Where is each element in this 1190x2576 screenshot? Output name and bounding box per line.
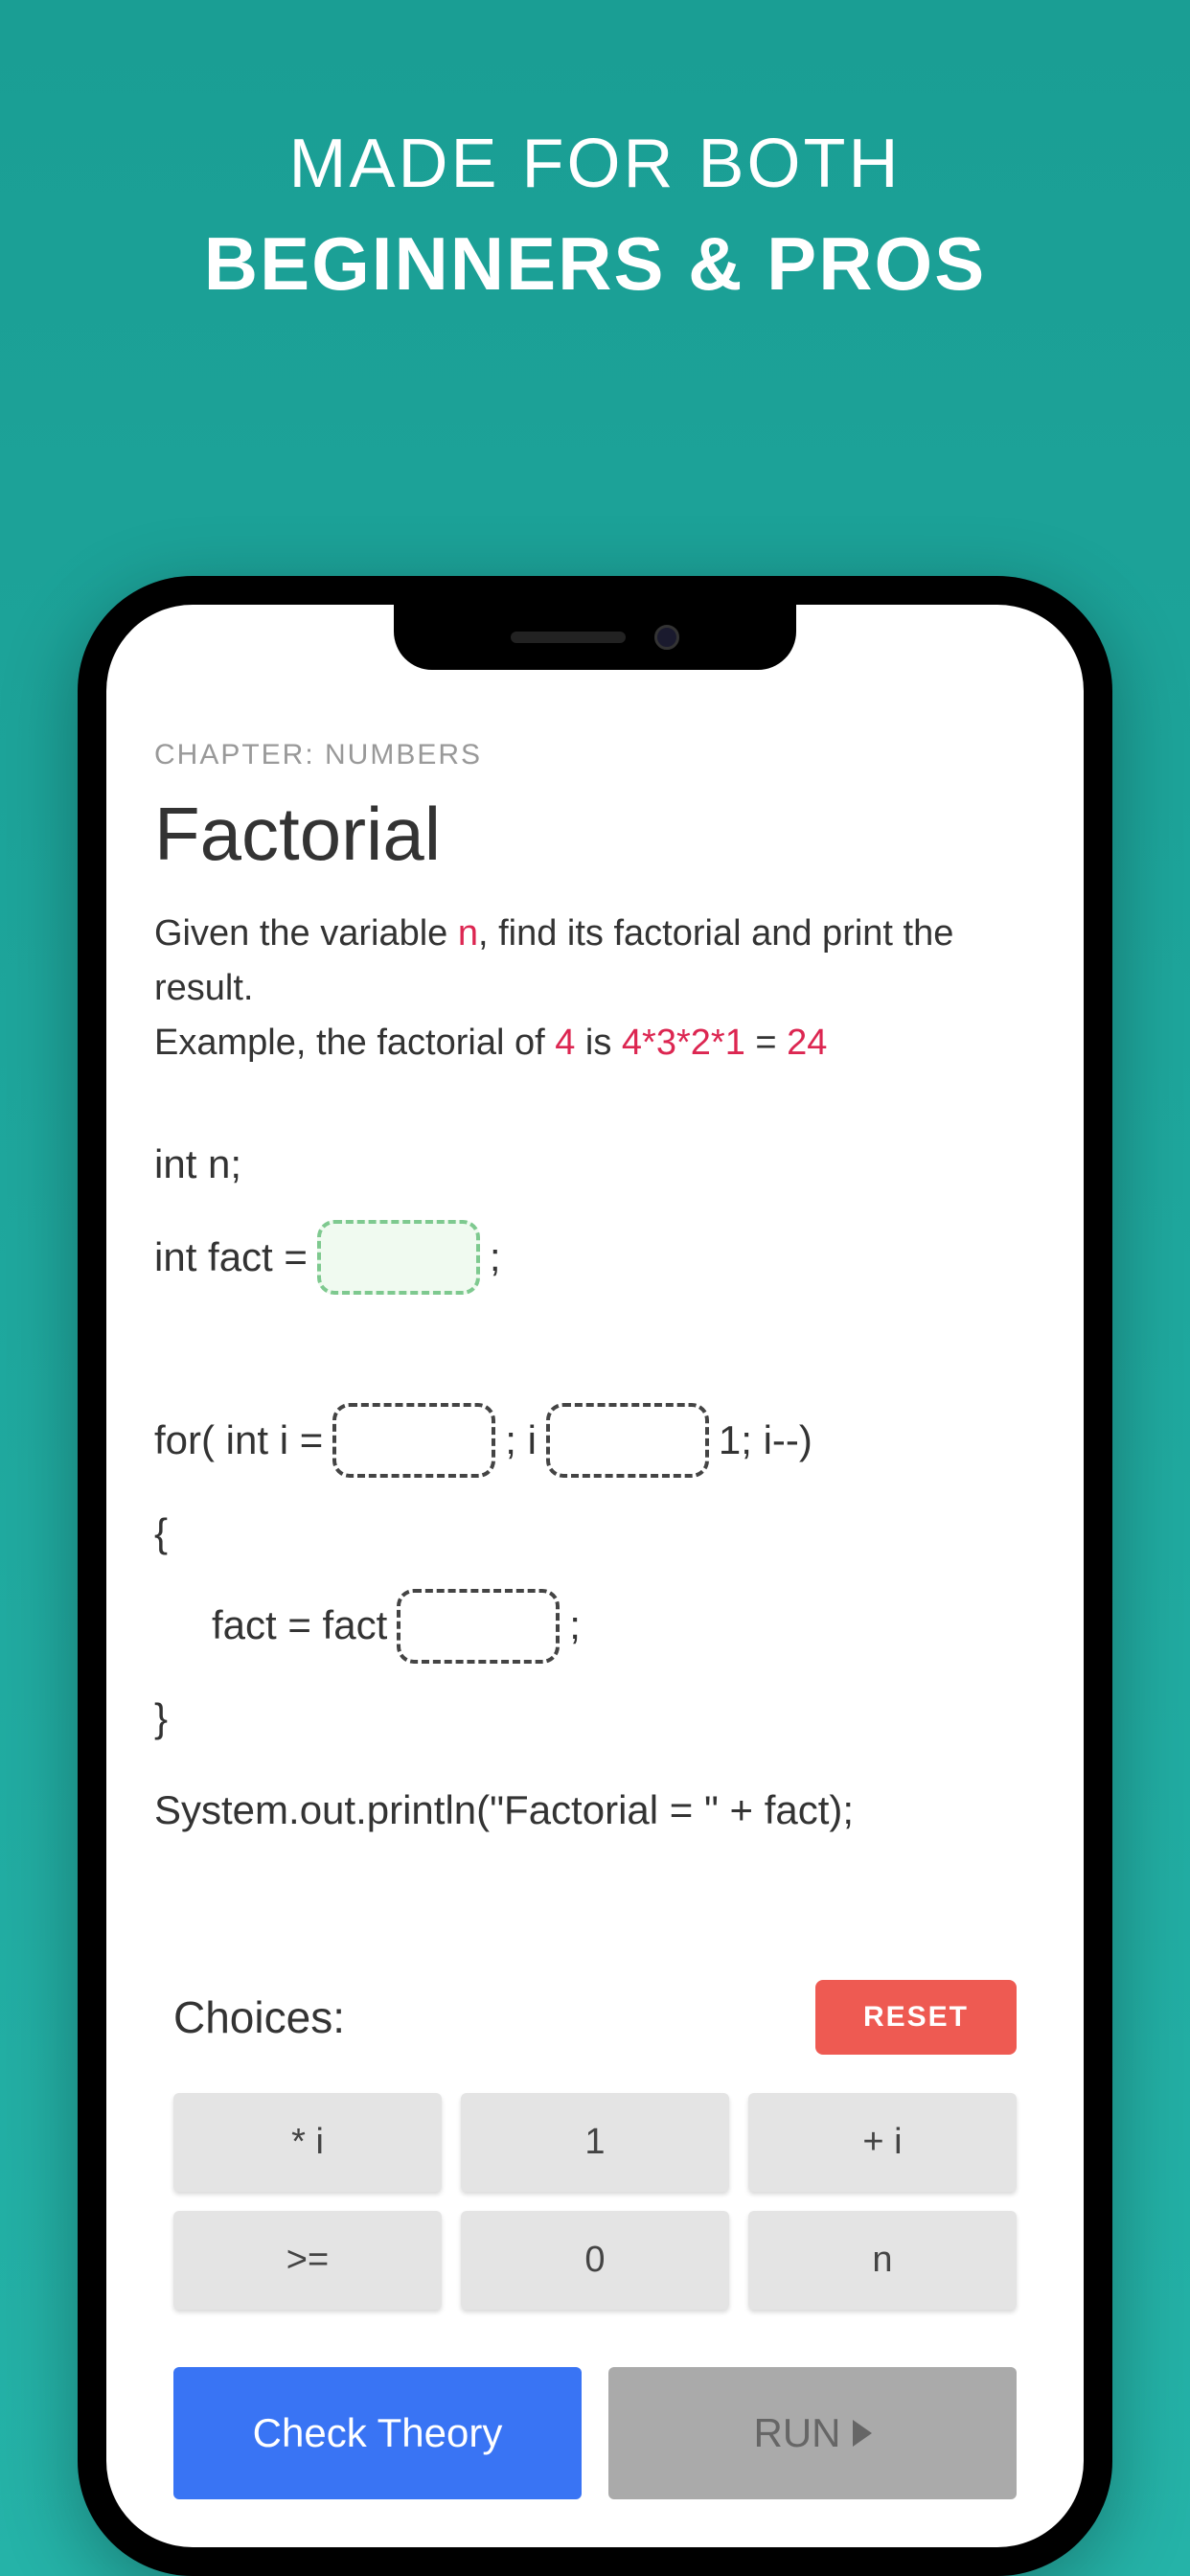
- desc-text: Given the variable: [154, 913, 458, 954]
- check-theory-button[interactable]: Check Theory: [173, 2367, 582, 2499]
- choices-label: Choices:: [173, 1991, 345, 2043]
- code-text: int n;: [154, 1118, 241, 1211]
- code-text: {: [154, 1487, 168, 1580]
- choices-header: Choices: RESET: [154, 1980, 1036, 2055]
- choice-button-4[interactable]: 0: [461, 2211, 729, 2310]
- code-text: for( int i =: [154, 1394, 323, 1487]
- code-line-7: System.out.println("Factorial = " + fact…: [154, 1765, 1036, 1856]
- desc-text: Example, the factorial of: [154, 1023, 555, 1063]
- choice-grid: * i 1 + i >= 0 n: [154, 2093, 1036, 2310]
- speaker-icon: [511, 632, 626, 643]
- action-row: Check Theory RUN: [154, 2367, 1036, 2499]
- code-text: System.out.println("Factorial = " + fact…: [154, 1782, 854, 1839]
- desc-expr: 4*3*2*1: [622, 1023, 745, 1063]
- code-text: int fact =: [154, 1211, 308, 1304]
- desc-text: is: [575, 1023, 622, 1063]
- choice-button-2[interactable]: + i: [748, 2093, 1017, 2192]
- lesson-description: Given the variable n, find its factorial…: [154, 907, 1036, 1070]
- promo-heading: MADE FOR BOTH BEGINNERS & PROS: [204, 125, 986, 308]
- code-text: }: [154, 1672, 168, 1765]
- phone-notch: [394, 605, 796, 670]
- code-text: ; i: [505, 1394, 537, 1487]
- code-text: fact = fact: [212, 1579, 387, 1672]
- app-content: CHAPTER: NUMBERS Factorial Given the var…: [106, 605, 1084, 2547]
- phone-screen: CHAPTER: NUMBERS Factorial Given the var…: [106, 605, 1084, 2547]
- blank-slot-2[interactable]: [332, 1403, 495, 1478]
- code-line-6: }: [154, 1672, 1036, 1765]
- choices-section: Choices: RESET * i 1 + i >= 0 n: [154, 1980, 1036, 2310]
- blank-slot-1[interactable]: [317, 1220, 480, 1295]
- code-line-3: for( int i = ; i 1; i--): [154, 1394, 1036, 1487]
- code-line-2: int fact = ;: [154, 1211, 1036, 1304]
- blank-slot-4[interactable]: [397, 1589, 560, 1664]
- promo-line2: BEGINNERS & PROS: [204, 220, 986, 308]
- desc-var-n: n: [458, 913, 478, 954]
- camera-icon: [654, 625, 679, 650]
- code-text: ;: [569, 1579, 581, 1672]
- blank-slot-3[interactable]: [546, 1403, 709, 1478]
- run-label: RUN: [754, 2410, 841, 2456]
- run-button[interactable]: RUN: [608, 2367, 1017, 2499]
- play-icon: [853, 2420, 872, 2447]
- code-line-5: fact = fact ;: [154, 1579, 1036, 1672]
- code-line-1: int n;: [154, 1118, 1036, 1211]
- code-block: int n; int fact = ; for( int i = ; i 1; …: [154, 1118, 1036, 1856]
- code-spacer: [154, 1303, 1036, 1394]
- desc-text: =: [745, 1023, 787, 1063]
- spacer: [154, 1856, 1036, 1942]
- code-line-4: {: [154, 1487, 1036, 1580]
- chapter-label: CHAPTER: NUMBERS: [154, 739, 1036, 771]
- code-text: ;: [490, 1211, 501, 1304]
- promo-line1: MADE FOR BOTH: [204, 125, 986, 203]
- desc-result: 24: [787, 1023, 827, 1063]
- choice-button-0[interactable]: * i: [173, 2093, 442, 2192]
- reset-button[interactable]: RESET: [815, 1980, 1017, 2055]
- desc-num-4: 4: [555, 1023, 575, 1063]
- code-text: 1; i--): [719, 1394, 812, 1487]
- choice-button-3[interactable]: >=: [173, 2211, 442, 2310]
- choice-button-1[interactable]: 1: [461, 2093, 729, 2192]
- phone-frame: CHAPTER: NUMBERS Factorial Given the var…: [78, 576, 1112, 2576]
- choice-button-5[interactable]: n: [748, 2211, 1017, 2310]
- lesson-title: Factorial: [154, 791, 1036, 878]
